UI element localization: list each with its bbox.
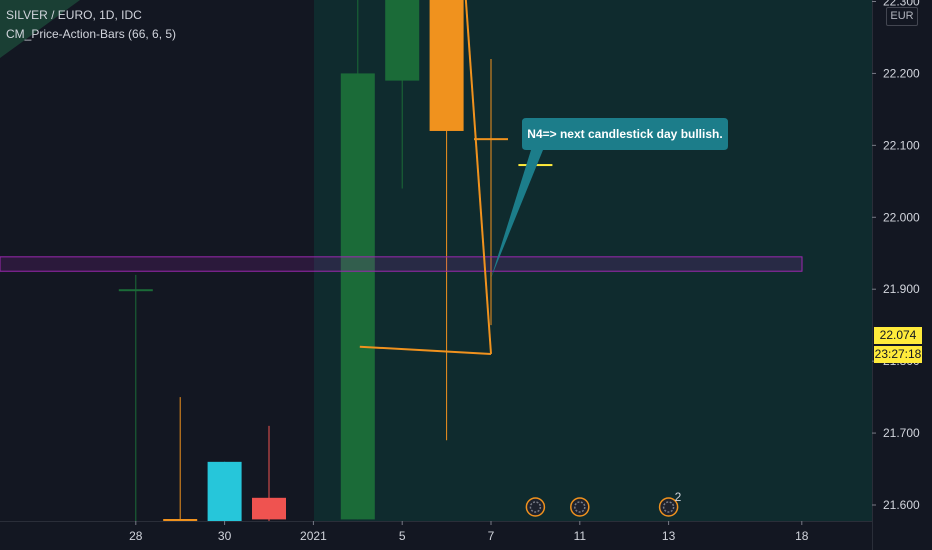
time-tick-label: 11 [574,529,587,543]
price-tick-label: 21.900 [883,282,920,296]
price-axis[interactable]: 21.60021.70021.80021.90022.00022.10022.2… [872,0,932,550]
time-tick-label: 28 [129,529,143,543]
candle-body [252,497,286,520]
time-tick-label: 30 [218,529,232,543]
time-axis[interactable]: 232830202157111318 [0,521,872,550]
price-tick-label: 22.100 [883,138,920,152]
candle-body [429,0,464,131]
price-chart[interactable]: 2 21.60021.70021.80021.90022.00022.10022… [0,0,932,550]
candle-body [474,138,508,141]
callout-text: N4=> next candlestick day bullish. [527,127,723,141]
time-tick-label: 13 [662,529,676,543]
price-tick-label: 21.600 [883,498,920,512]
price-tick-label: 22.000 [883,210,920,224]
candle-body [340,73,375,520]
price-axis-background [872,0,932,550]
price-tick-label: 21.700 [883,426,920,440]
earnings-event-icon[interactable] [570,497,590,517]
candle-body [118,289,153,292]
time-tick-label: 2021 [300,529,327,543]
time-tick-label: 5 [399,529,406,543]
time-tick-label: 18 [795,529,809,543]
last-price-badge: 22.074 [874,327,922,344]
symbol-legend[interactable]: SILVER / EURO, 1D, IDC [6,8,142,22]
indicator-legend[interactable]: CM_Price-Action-Bars (66, 6, 5) [6,27,176,41]
candle-body [385,0,420,81]
time-tick-label: 7 [488,529,495,543]
event-count-label: 2 [675,490,682,504]
bar-countdown-badge: 23:27:18 [874,346,922,363]
candle-body [163,519,198,521]
support-zone-rectangle[interactable] [0,256,803,272]
earnings-event-icon[interactable] [525,497,546,517]
currency-button[interactable]: EUR [886,7,918,26]
price-tick-label: 22.200 [883,66,920,80]
